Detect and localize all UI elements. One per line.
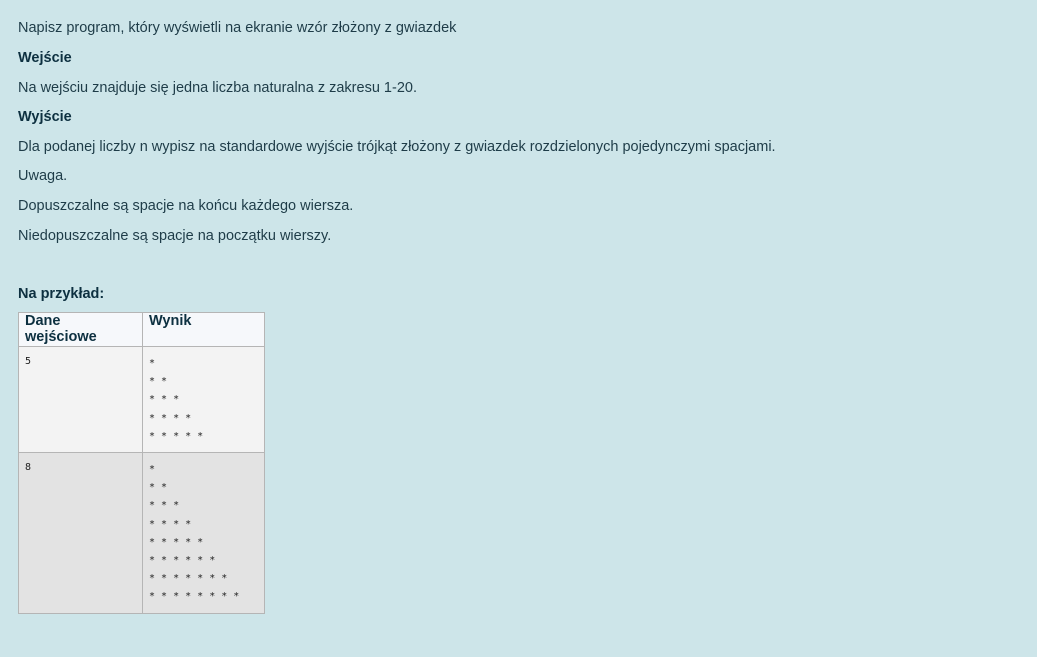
header-output: Wynik [142, 312, 265, 347]
example-output: * * * * * * * * * * * * * * * [149, 358, 204, 442]
examples-header-row: Dane wejściowe Wynik [18, 312, 265, 347]
examples-table: Dane wejściowe Wynik 5 * * * * * * * * *… [18, 312, 265, 614]
example-heading: Na przykład: [18, 286, 105, 302]
example-output-cell: * * * * * * * * * * * * * * * [142, 345, 265, 454]
note-line-1: Dopuszczalne są spacje na końcu każdego … [18, 198, 354, 214]
note-line-2: Niedopuszczalne są spacje na początku wi… [18, 228, 332, 244]
output-description: Dla podanej liczby n wypisz na standardo… [18, 139, 776, 155]
table-row: 5 * * * * * * * * * * * * * * * [18, 345, 265, 454]
table-row: 8 * * * * * * * * * * * * * * * * * * * … [18, 452, 265, 614]
example-input: 5 [25, 356, 32, 367]
input-description: Na wejściu znajduje się jedna liczba nat… [18, 80, 417, 96]
output-heading: Wyjście [18, 109, 72, 125]
header-input: Dane wejściowe [18, 312, 143, 347]
task-intro: Napisz program, który wyświetli na ekran… [18, 20, 457, 36]
example-output-cell: * * * * * * * * * * * * * * * * * * * * … [142, 452, 265, 614]
example-input-cell: 8 [18, 452, 143, 614]
note-label: Uwaga. [18, 168, 68, 184]
example-input: 8 [25, 462, 32, 474]
example-input-cell: 5 [18, 345, 143, 454]
example-output: * * * * * * * * * * * * * * * * * * * * … [149, 464, 240, 603]
input-heading: Wejście [18, 50, 72, 66]
